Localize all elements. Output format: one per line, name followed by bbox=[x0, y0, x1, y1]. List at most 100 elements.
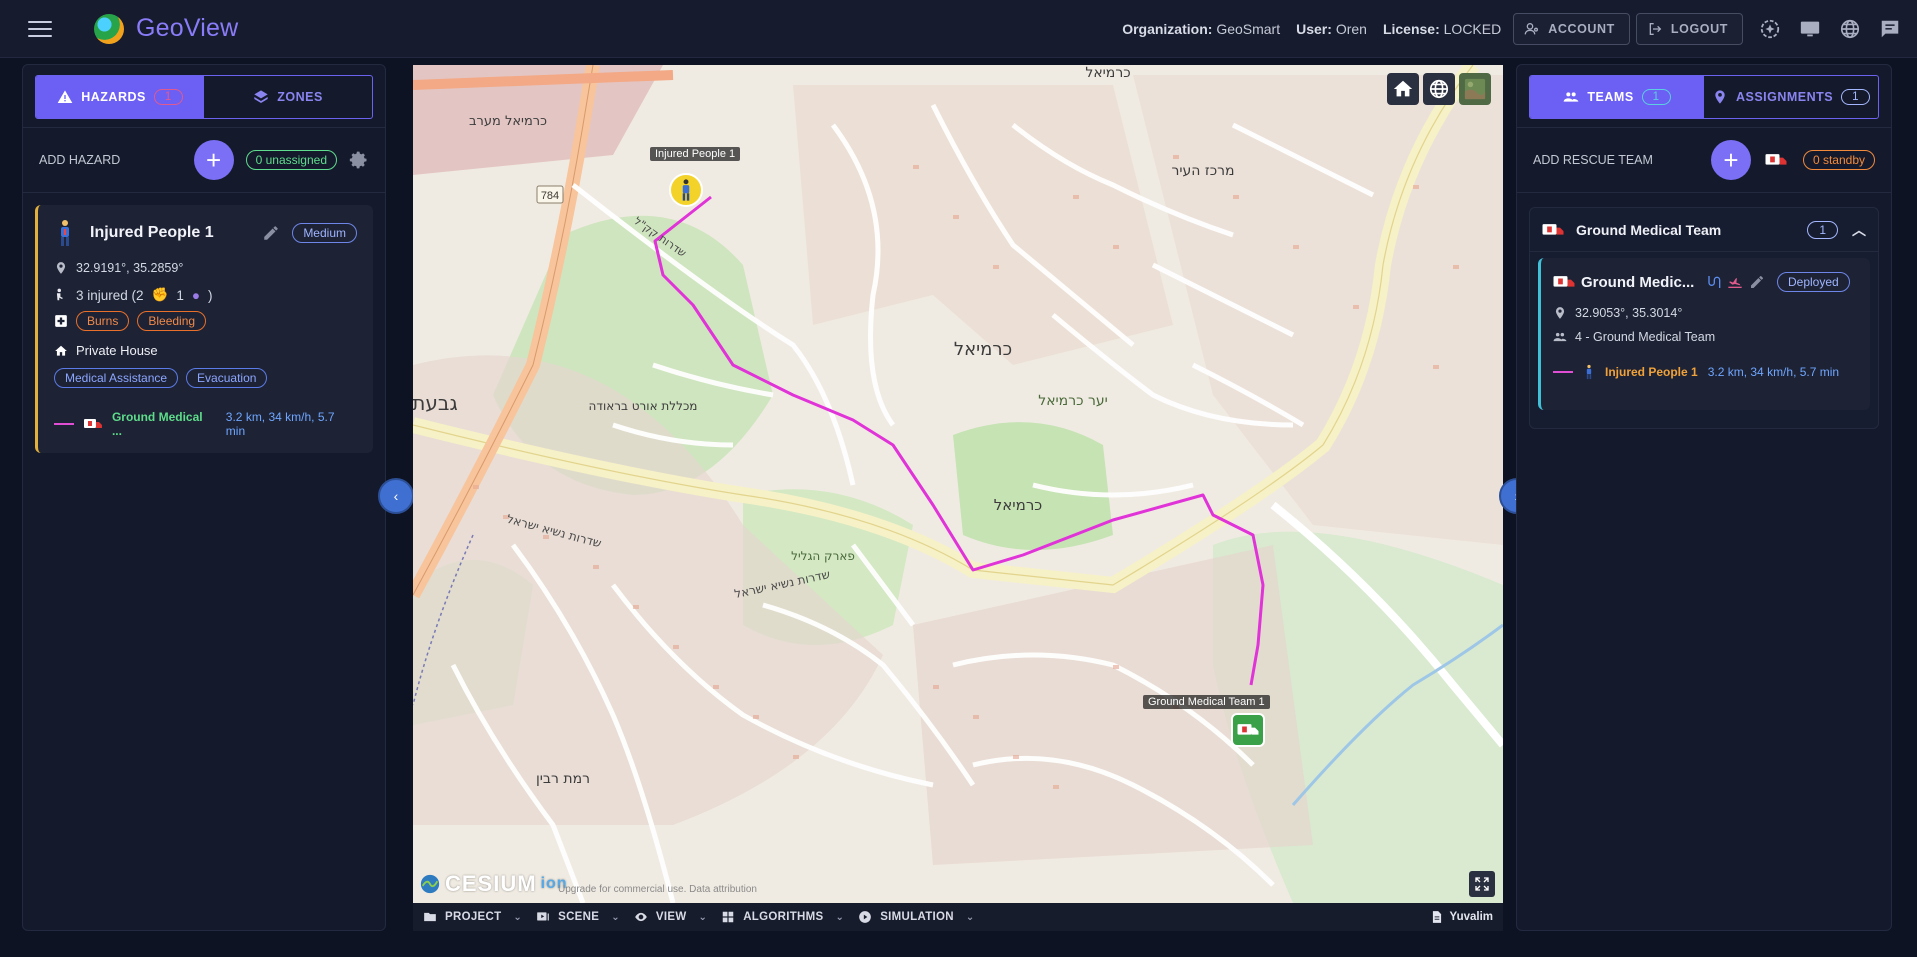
map-label-forest: יער כרמיאל bbox=[1038, 393, 1108, 409]
ambulance-icon bbox=[1553, 276, 1575, 287]
tab-hazards[interactable]: HAZARDS 1 bbox=[36, 76, 204, 118]
team-assignment[interactable]: Injured People 1 3.2 km, 34 km/h, 5.7 mi… bbox=[1553, 364, 1858, 380]
tab-assignments[interactable]: ASSIGNMENTS 1 bbox=[1704, 76, 1878, 118]
project-menu[interactable]: PROJECT ⌄ bbox=[423, 910, 522, 924]
team-status-badge: Deployed bbox=[1777, 272, 1850, 292]
left-tabs: HAZARDS 1 ZONES bbox=[35, 75, 373, 119]
team-group-count: 1 bbox=[1807, 220, 1838, 239]
chevron-up-icon[interactable]: ︿ bbox=[1852, 220, 1866, 240]
group-icon bbox=[1564, 92, 1579, 102]
cesium-icon bbox=[420, 874, 440, 894]
route-summary: 3.2 km, 34 km/h, 5.7 min bbox=[225, 410, 335, 438]
add-team-label: ADD RESCUE TEAM bbox=[1533, 153, 1653, 167]
team-name: Ground Medic... bbox=[1581, 273, 1695, 291]
warning-icon bbox=[57, 90, 73, 103]
bottom-toolbar: PROJECT ⌄ SCENE ⌄ VIEW ⌄ ALGORITHMS ⌄ SIMULA… bbox=[413, 903, 1503, 931]
edit-pencil-icon[interactable] bbox=[1749, 274, 1765, 290]
team-group-header[interactable]: Ground Medical Team 1 ︿ bbox=[1530, 208, 1878, 252]
map-viewport[interactable]: 784 כרמיאל כרמיאל שדרות נשיא ישראל שדרות… bbox=[413, 65, 1503, 903]
add-team-row: ADD RESCUE TEAM + 0 standby bbox=[1517, 127, 1891, 193]
map-attribution[interactable]: Upgrade for commercial use. Data attribu… bbox=[558, 884, 757, 895]
tab-zones[interactable]: ZONES bbox=[204, 76, 372, 118]
injured-person-icon bbox=[1586, 364, 1592, 380]
person-icon: ● bbox=[191, 287, 201, 303]
location-indicator[interactable]: Yuvalim bbox=[1430, 910, 1493, 924]
fullscreen-icon bbox=[1475, 877, 1489, 891]
hazard-assignment[interactable]: Ground Medical ... 3.2 km, 34 km/h, 5.7 … bbox=[54, 410, 357, 438]
need-tag: Evacuation bbox=[186, 368, 268, 388]
tab-teams[interactable]: TEAMS 1 bbox=[1530, 76, 1704, 118]
need-tag: Medical Assistance bbox=[54, 368, 179, 388]
group-icon bbox=[1553, 332, 1567, 342]
folder-icon bbox=[424, 912, 436, 922]
scene-mode-button[interactable] bbox=[1423, 73, 1455, 105]
eye-icon bbox=[635, 912, 647, 922]
language-globe-icon[interactable] bbox=[1837, 16, 1863, 42]
play-circle-icon bbox=[859, 911, 872, 923]
team-card[interactable]: Ground Medic... Deployed 32.9053°, 35.30… bbox=[1538, 258, 1870, 410]
map-label-givat: גבעת bbox=[413, 391, 458, 415]
ambulance-icon bbox=[1237, 724, 1259, 735]
add-hazard-row: ADD HAZARD + 0 unassigned bbox=[23, 127, 385, 193]
add-team-button[interactable]: + bbox=[1710, 140, 1751, 180]
hazard-location-type: Private House bbox=[76, 343, 158, 358]
hamburger-menu-icon[interactable] bbox=[26, 18, 54, 40]
medical-cross-icon bbox=[55, 315, 67, 327]
team-marker-label: Ground Medical Team 1 bbox=[1143, 695, 1270, 709]
team-marker[interactable] bbox=[1231, 713, 1265, 747]
map-tiles: 784 כרמיאל כרמיאל שדרות נשיא ישראל שדרות… bbox=[413, 65, 1503, 903]
road-784-label: 784 bbox=[541, 190, 559, 202]
view-menu[interactable]: VIEW ⌄ bbox=[634, 910, 707, 924]
map-label-west: כרמיאל מערב bbox=[469, 114, 547, 129]
chat-icon[interactable] bbox=[1877, 16, 1903, 42]
algorithms-menu[interactable]: ALGORITHMS ⌄ bbox=[721, 910, 844, 924]
ambulance-icon bbox=[1542, 223, 1564, 235]
hazards-panel: HAZARDS 1 ZONES ADD HAZARD + 0 unassigne… bbox=[22, 64, 386, 931]
map-label-city: כרמיאל bbox=[954, 339, 1012, 360]
map-label-college: מכללת אורט בראודה bbox=[589, 399, 698, 413]
route-icon[interactable] bbox=[1705, 274, 1721, 290]
condition-tag: Burns bbox=[76, 311, 130, 331]
home-view-button[interactable] bbox=[1387, 73, 1419, 105]
map-label-center: מרכז העיר bbox=[1171, 163, 1234, 179]
route-color-swatch bbox=[54, 423, 74, 425]
assigned-team-name: Ground Medical ... bbox=[111, 410, 203, 438]
add-hazard-button[interactable]: + bbox=[193, 140, 234, 180]
ambulance-icon[interactable] bbox=[1765, 153, 1787, 167]
fullscreen-button[interactable] bbox=[1469, 871, 1495, 897]
deploy-flight-icon[interactable] bbox=[1727, 274, 1743, 290]
globe-icon bbox=[1429, 79, 1449, 99]
scene-icon bbox=[537, 912, 549, 921]
layers-icon bbox=[254, 90, 268, 103]
account-button[interactable]: ACCOUNT bbox=[1513, 12, 1630, 45]
top-bar: GeoView Organization: GeoSmart User: Ore… bbox=[0, 0, 1917, 58]
hazard-marker[interactable] bbox=[669, 173, 703, 207]
monitor-icon[interactable] bbox=[1797, 16, 1823, 42]
app-title: GeoView bbox=[136, 14, 239, 42]
hazards-count: 1 bbox=[153, 89, 183, 105]
location-pin-icon bbox=[56, 262, 66, 274]
license-status: LOCKED bbox=[1443, 20, 1502, 37]
right-tabs: TEAMS 1 ASSIGNMENTS 1 bbox=[1529, 75, 1879, 119]
chevron-down-icon: ⌄ bbox=[513, 911, 523, 923]
gear-icon[interactable] bbox=[349, 150, 369, 170]
logout-button[interactable]: LOGOUT bbox=[1635, 12, 1743, 45]
teams-panel: TEAMS 1 ASSIGNMENTS 1 ADD RESCUE TEAM + … bbox=[1516, 64, 1892, 931]
collapse-left-panel-button[interactable]: ‹ bbox=[378, 478, 414, 514]
team-coordinates: 32.9053°, 35.3014° bbox=[1575, 306, 1683, 320]
scene-menu[interactable]: SCENE ⌄ bbox=[536, 910, 620, 924]
assigned-hazard-name: Injured People 1 bbox=[1605, 365, 1698, 379]
ai-assist-icon[interactable] bbox=[1757, 16, 1783, 42]
team-group: Ground Medical Team 1 ︿ Ground Medic... … bbox=[1529, 207, 1879, 429]
assignments-count: 1 bbox=[1841, 89, 1871, 105]
user-name: Oren bbox=[1335, 20, 1367, 37]
simulation-menu[interactable]: SIMULATION ⌄ bbox=[858, 910, 974, 924]
grid-icon bbox=[722, 911, 734, 923]
logout-icon bbox=[1649, 22, 1662, 35]
map-label-ramat-rabin: רמת רבין bbox=[536, 771, 590, 787]
edit-pencil-icon[interactable] bbox=[262, 224, 280, 242]
hazard-card[interactable]: Injured People 1 Medium 32.9191°, 35.285… bbox=[35, 205, 373, 453]
ambulance-icon bbox=[83, 419, 102, 428]
document-icon bbox=[1432, 911, 1441, 923]
base-layer-picker-button[interactable] bbox=[1459, 73, 1491, 105]
